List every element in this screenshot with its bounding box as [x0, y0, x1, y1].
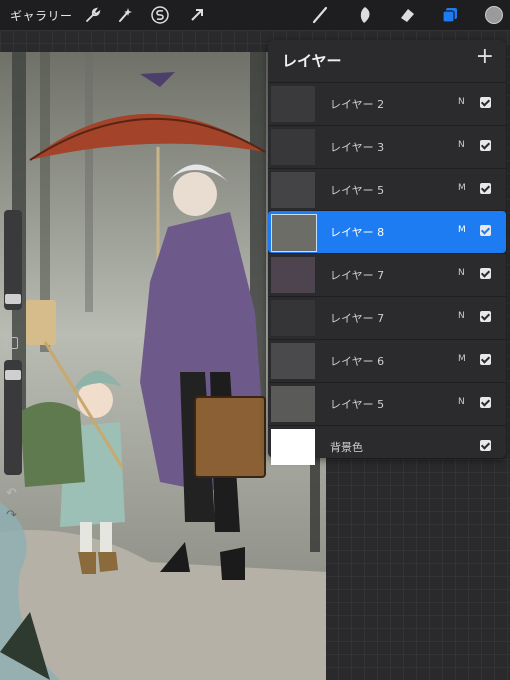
layer-name: レイヤー 3: [330, 141, 385, 154]
blend-mode-button[interactable]: N: [458, 97, 465, 107]
layer-name: レイヤー 6: [330, 355, 385, 368]
top-toolbar: ギャラリー: [0, 0, 510, 30]
layer-name: 背景色: [330, 441, 363, 454]
layer-row[interactable]: レイヤー 7 N: [268, 253, 506, 296]
layer-name: レイヤー 7: [330, 269, 385, 282]
wrench-icon[interactable]: [82, 5, 102, 25]
layer-row[interactable]: レイヤー 3 N: [268, 125, 506, 168]
layer-row[interactable]: レイヤー 6 M: [268, 339, 506, 382]
visibility-checkbox[interactable]: [480, 311, 491, 322]
layer-row[interactable]: レイヤー 7 N: [268, 296, 506, 339]
blend-mode-button[interactable]: N: [458, 268, 465, 278]
square-icon[interactable]: [6, 337, 18, 349]
left-sidebar: ↶ ↷: [4, 210, 22, 523]
blend-mode-button[interactable]: M: [458, 225, 466, 235]
brush-size-handle[interactable]: [5, 294, 21, 304]
layer-thumbnail: [271, 343, 315, 379]
magic-wand-icon[interactable]: [115, 5, 135, 25]
blend-mode-button[interactable]: M: [458, 183, 466, 193]
layer-row[interactable]: レイヤー 5 N: [268, 382, 506, 425]
layer-name: レイヤー 8: [330, 226, 385, 239]
transform-arrow-icon[interactable]: [187, 5, 207, 25]
layer-thumbnail: [271, 386, 315, 422]
layers-panel-title: レイヤー: [282, 52, 342, 70]
layer-thumbnail: [271, 86, 315, 122]
brush-icon[interactable]: [310, 5, 330, 25]
visibility-checkbox[interactable]: [480, 183, 491, 194]
layer-name: レイヤー 7: [330, 312, 385, 325]
visibility-checkbox[interactable]: [480, 397, 491, 408]
add-layer-button[interactable]: +: [476, 46, 494, 68]
redo-icon[interactable]: ↷: [6, 508, 17, 523]
layers-panel: レイヤー + レイヤー 2 N レイヤー 3 N レイヤー 5 M レイヤー 8…: [268, 40, 506, 465]
layer-name: レイヤー 5: [330, 184, 385, 197]
visibility-checkbox[interactable]: [480, 97, 491, 108]
layer-row-background[interactable]: 背景色: [268, 425, 506, 468]
visibility-checkbox[interactable]: [480, 225, 491, 236]
color-swatch-icon[interactable]: [484, 5, 504, 25]
blend-mode-button[interactable]: N: [458, 311, 465, 321]
opacity-handle[interactable]: [5, 370, 21, 380]
blend-mode-button[interactable]: M: [458, 354, 466, 364]
layer-name: レイヤー 2: [330, 98, 385, 111]
visibility-checkbox[interactable]: [480, 440, 491, 451]
selection-s-icon[interactable]: [150, 5, 170, 25]
layer-thumbnail: [271, 172, 315, 208]
visibility-checkbox[interactable]: [480, 354, 491, 365]
layer-thumbnail: [271, 429, 315, 465]
layer-thumbnail: [271, 257, 315, 293]
layer-thumbnail: [271, 300, 315, 336]
layer-thumbnail: [271, 214, 317, 252]
undo-icon[interactable]: ↶: [6, 486, 17, 501]
layer-row[interactable]: レイヤー 2 N: [268, 82, 506, 125]
smudge-icon[interactable]: [355, 5, 375, 25]
gallery-button[interactable]: ギャラリー: [10, 7, 73, 24]
layer-thumbnail: [271, 129, 315, 165]
eraser-icon[interactable]: [397, 5, 417, 25]
visibility-checkbox[interactable]: [480, 268, 491, 279]
blend-mode-button[interactable]: N: [458, 397, 465, 407]
layer-name: レイヤー 5: [330, 398, 385, 411]
visibility-checkbox[interactable]: [480, 140, 491, 151]
layers-icon[interactable]: [440, 5, 460, 25]
layer-row[interactable]: レイヤー 5 M: [268, 168, 506, 211]
layer-row-active[interactable]: レイヤー 8 M: [268, 210, 506, 253]
blend-mode-button[interactable]: N: [458, 140, 465, 150]
